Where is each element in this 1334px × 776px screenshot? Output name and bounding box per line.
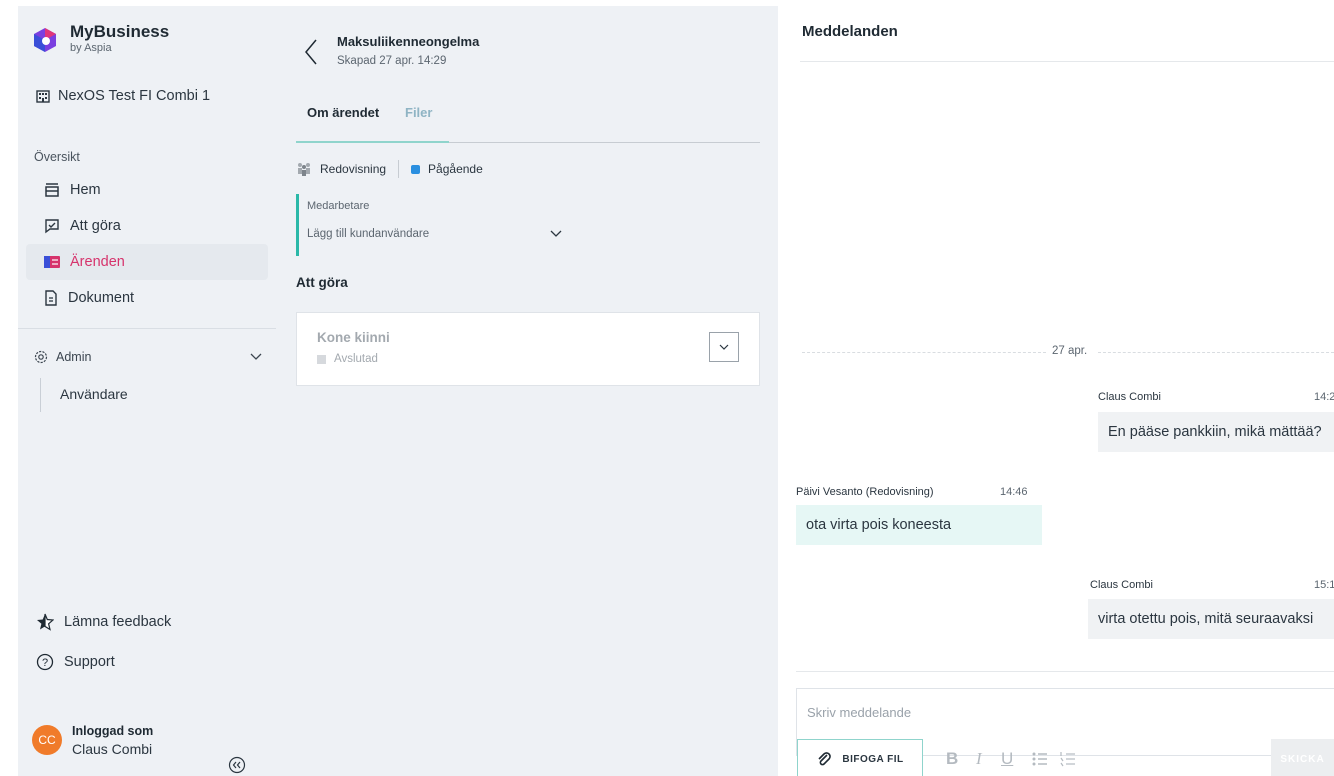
chevron-down-icon [719,344,729,350]
support-label: Support [64,654,115,670]
sidebar-item-cases[interactable]: Ärenden [26,244,268,280]
sidebar-item-label: Ärenden [70,254,125,270]
case-tabs: Om ärendet Filer [296,96,760,143]
attach-file-label: BIFOGA FIL [842,753,904,765]
message-sender: Claus Combi [1098,391,1161,403]
star-icon [37,613,54,631]
todo-heading: Att göra [296,275,348,290]
chevron-down-icon [550,230,562,237]
case-meta: Redovisning Pågående [296,160,483,178]
department-label: Redovisning [320,162,387,176]
team-icon [298,163,310,176]
bold-button[interactable]: B [946,749,958,769]
collaborators-label: Medarbetare [307,200,370,212]
chevron-down-icon [250,353,262,360]
send-button[interactable]: SKICKA [1271,739,1334,776]
date-divider-label: 27 apr. [1052,345,1088,357]
sidebar-item-todo[interactable]: Att göra [26,208,268,244]
mybusiness-logo-icon [34,28,56,52]
status-indicator [411,164,421,174]
case-created: Skapad 27 apr. 14:29 [337,55,447,67]
case-panel: Maksuliikenneongelma Skapad 27 apr. 14:2… [276,6,778,776]
task-title: Kone kiinni [317,330,390,345]
home-icon [45,183,59,197]
help-icon: ? [36,653,54,671]
message-bubble: ota virta pois koneesta [796,505,1042,545]
sidebar-item-home[interactable]: Hem [26,172,268,208]
message-sender: Päivi Vesanto (Redovisning) [796,486,934,498]
numbered-list-icon[interactable] [1060,751,1076,767]
sidebar-item-label: Användare [60,386,128,402]
message-sender: Claus Combi [1090,579,1153,591]
attach-file-button[interactable]: BIFOGA FIL [797,739,923,776]
section-label-overview: Översikt [34,150,80,164]
todo-icon [45,219,59,234]
add-customer-user-placeholder: Lägg till kundanvändare [307,228,430,240]
task-status-label: Avslutad [334,353,378,365]
gear-icon [34,350,48,364]
svg-text:?: ? [42,657,48,669]
user-profile[interactable]: CC Inloggad som Claus Combi [32,722,153,758]
italic-button[interactable]: I [976,749,982,769]
feedback-button[interactable]: Lämna feedback [36,613,171,631]
collaborators-section: Medarbetare Lägg till kundanvändare [296,194,566,256]
case-title: Maksuliikenneongelma [337,34,480,49]
brand-subtitle: by Aspia [70,42,112,54]
sidebar-item-label: Admin [56,350,92,364]
message-bubble: virta otettu pois, mitä seuraavaksi [1088,599,1334,639]
task-expand-button[interactable] [709,332,739,362]
bullet-list-icon[interactable] [1032,751,1048,767]
brand-title: MyBusiness [70,22,170,41]
paperclip-icon [818,752,832,766]
message-time: 14:2 [1314,391,1334,403]
sidebar-nav: Hem Att göra Ärenden Dokument [18,172,276,316]
document-icon [45,290,57,306]
double-chevron-left-icon [228,756,246,774]
meta-separator [398,160,400,178]
chevron-left-icon [305,39,317,65]
company-name: NexOS Test FI Combi 1 [58,88,211,104]
sidebar-item-label: Dokument [68,290,135,306]
tab-files[interactable]: Filer [405,105,432,120]
brand[interactable]: MyBusiness by Aspia [34,22,169,54]
sidebar-item-users[interactable]: Användare [40,378,128,412]
company-selector[interactable]: NexOS Test FI Combi 1 [36,88,210,104]
date-divider-line [1098,352,1334,353]
add-customer-user-dropdown[interactable]: Lägg till kundanvändare [307,228,562,240]
message-time: 15:1 [1314,579,1334,591]
active-tab-indicator [296,141,449,143]
support-button[interactable]: ? Support [36,653,115,671]
logged-in-label: Inloggad som [72,724,154,738]
status-label: Pågående [428,162,483,176]
underline-button[interactable]: U [1001,749,1013,769]
date-divider-line [802,352,1046,353]
sidebar-item-admin[interactable]: Admin [34,350,262,364]
compose-divider [796,671,1334,672]
sidebar-item-label: Att göra [70,218,121,234]
sidebar-divider [18,328,276,329]
sidebar-item-label: Hem [70,182,101,198]
building-icon [36,90,50,103]
task-status: Avslutad [317,353,378,365]
cases-icon [44,256,60,268]
task-status-indicator [317,354,326,364]
back-button[interactable] [304,38,318,71]
message-time: 14:46 [1000,486,1028,498]
avatar: CC [32,725,62,755]
sidebar-item-documents[interactable]: Dokument [26,280,268,316]
message-bubble: En pääse pankkiin, mikä mättää? [1098,412,1334,452]
collapse-sidebar-button[interactable] [228,756,246,776]
messages-header-divider [800,61,1334,62]
task-card[interactable]: Kone kiinni Avslutad [296,312,760,386]
feedback-label: Lämna feedback [64,614,172,630]
user-name: Claus Combi [72,741,153,757]
messages-title: Meddelanden [802,23,898,40]
sidebar: MyBusiness by Aspia NexOS Test FI Combi … [18,6,276,776]
tab-about-case[interactable]: Om ärendet [307,105,379,120]
